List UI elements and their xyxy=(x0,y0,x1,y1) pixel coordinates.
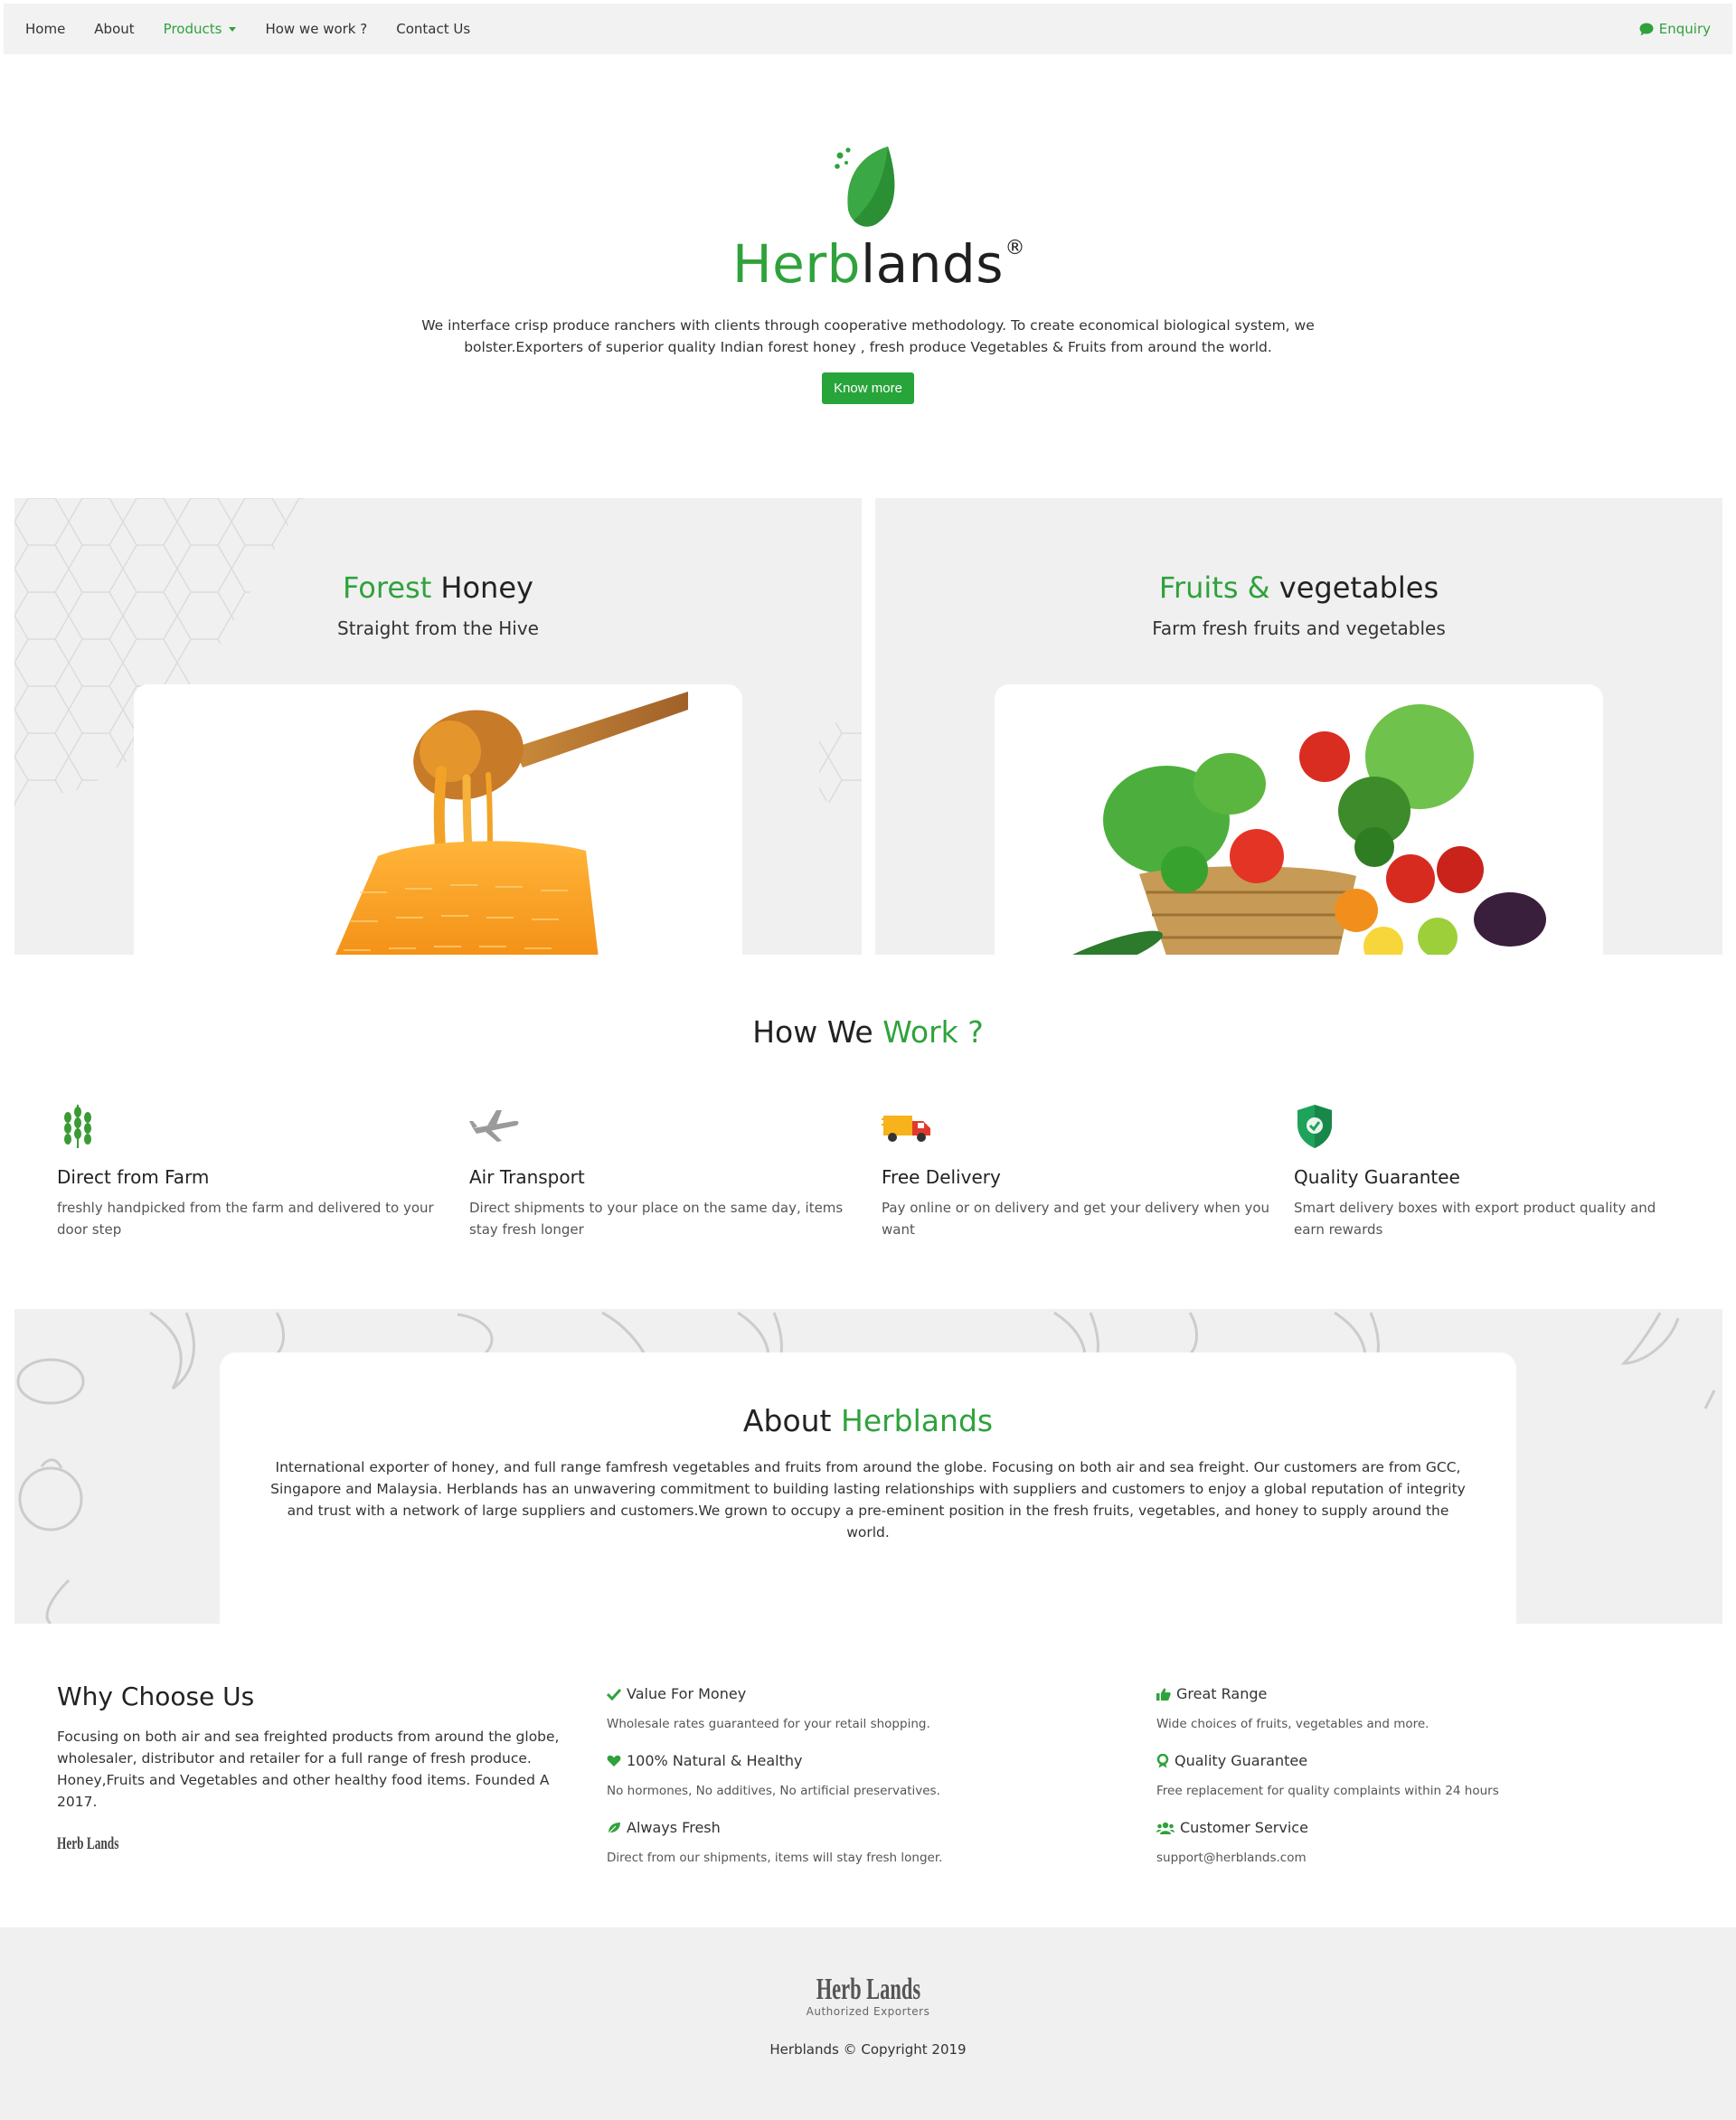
feature-text: Smart delivery boxes with export product… xyxy=(1294,1200,1656,1238)
heart-icon xyxy=(607,1755,621,1767)
feature-title: Quality Guarantee xyxy=(1294,1166,1460,1188)
enquiry-link[interactable]: Enquiry xyxy=(1639,21,1711,37)
honey-image-card xyxy=(134,684,742,955)
forest-honey-title-green: Forest xyxy=(343,570,432,605)
enquiry-label: Enquiry xyxy=(1658,21,1711,37)
about-text: International exporter of honey, and ful… xyxy=(270,1459,1466,1541)
thumbs-up-icon xyxy=(1156,1688,1171,1701)
fruits-vegetables-panel[interactable]: Fruits & vegetables Farm fresh fruits an… xyxy=(875,498,1722,955)
benefit-value-for-money: Value For Money Wholesale rates guarante… xyxy=(607,1685,1113,1731)
benefit-natural-healthy: 100% Natural & Healthy No hormones, No a… xyxy=(607,1752,1113,1798)
how-we-work-title-dark: How We xyxy=(752,1014,873,1050)
know-more-button[interactable]: Know more xyxy=(822,372,914,404)
caret-down-icon xyxy=(229,26,237,32)
nav-products-dropdown[interactable]: Products xyxy=(164,21,237,37)
feature-air-transport: Air Transport Direct shipments to your p… xyxy=(469,1103,858,1240)
feature-title: Air Transport xyxy=(469,1166,585,1188)
delivery-truck-icon xyxy=(882,1116,930,1142)
herblands-small-logo: Herb Lands xyxy=(57,1834,118,1854)
nav-home[interactable]: Home xyxy=(25,21,65,37)
footer-herblands-logo: Herb Lands xyxy=(816,1973,920,2007)
benefit-customer-service: Customer Service support@herblands.com xyxy=(1156,1819,1663,1865)
nav-about[interactable]: About xyxy=(94,21,134,37)
feature-text: freshly handpicked from the farm and del… xyxy=(57,1200,434,1238)
feature-title: Direct from Farm xyxy=(57,1166,210,1188)
honey-dipper-image xyxy=(335,692,688,955)
benefit-title: Customer Service xyxy=(1180,1819,1308,1836)
nav-contact-us[interactable]: Contact Us xyxy=(396,21,470,37)
feature-text: Pay online or on delivery and get your d… xyxy=(882,1200,1270,1238)
how-we-work-title: How We Work ? xyxy=(0,1014,1736,1050)
why-title: Why Choose Us xyxy=(57,1682,255,1711)
support-email[interactable]: support@herblands.com xyxy=(1156,1851,1663,1865)
fruits-vegetables-subtitle: Farm fresh fruits and vegetables xyxy=(1152,617,1446,639)
benefit-title: 100% Natural & Healthy xyxy=(627,1752,803,1769)
benefit-text: Wholesale rates guaranteed for your reta… xyxy=(607,1717,930,1731)
registered-mark: ® xyxy=(1005,237,1025,259)
award-icon xyxy=(1156,1753,1169,1767)
fruits-vegetables-title: Fruits & vegetables xyxy=(875,570,1722,605)
benefit-quality-guarantee: Quality Guarantee Free replacement for q… xyxy=(1156,1752,1663,1798)
feature-direct-from-farm: Direct from Farm freshly handpicked from… xyxy=(57,1103,446,1240)
benefit-title: Great Range xyxy=(1176,1685,1268,1702)
benefit-text: No hormones, No additives, No artificial… xyxy=(607,1784,940,1798)
forest-honey-title-dark: Honey xyxy=(440,570,533,605)
how-we-work-title-green: Work ? xyxy=(882,1014,984,1050)
about-title-dark: About xyxy=(742,1403,832,1438)
footer-tagline: Authorized Exporters xyxy=(806,2005,930,2018)
vegetables-image-card xyxy=(995,684,1603,955)
hero-section: Herblands ® We interface crisp produce ra… xyxy=(0,145,1736,404)
feature-title: Free Delivery xyxy=(882,1166,1001,1188)
why-choose-us: Why Choose Us Focusing on both air and s… xyxy=(57,1682,572,1854)
footer-copyright: Herblands © Copyright 2019 xyxy=(769,2041,967,2058)
nav-products-label: Products xyxy=(163,21,222,37)
benefit-title: Value For Money xyxy=(627,1685,747,1702)
brand-title-green: Herb xyxy=(732,233,861,295)
shield-check-icon xyxy=(1297,1105,1332,1148)
feature-quality-guarantee: Quality Guarantee Smart delivery boxes w… xyxy=(1294,1103,1683,1240)
fruits-vegetables-title-dark: vegetables xyxy=(1278,570,1439,605)
about-title-green: Herblands xyxy=(841,1403,994,1438)
benefit-title: Quality Guarantee xyxy=(1175,1752,1308,1769)
forest-honey-title: Forest Honey xyxy=(14,570,862,605)
herblands-leaf-logo xyxy=(835,146,895,227)
benefit-great-range: Great Range Wide choices of fruits, vege… xyxy=(1156,1685,1663,1731)
small-logo-text: Herb Lands xyxy=(57,1834,119,1853)
users-icon xyxy=(1156,1822,1175,1834)
feature-free-delivery: Free Delivery Pay online or on delivery … xyxy=(882,1103,1270,1240)
feature-text: Direct shipments to your place on the sa… xyxy=(469,1200,844,1238)
brand-title-dark: lands xyxy=(861,233,1004,295)
airplane-icon xyxy=(469,1110,519,1142)
forest-honey-subtitle: Straight from the Hive xyxy=(337,617,539,639)
top-navbar: Home About Products How we work ? Contac… xyxy=(4,4,1732,54)
benefit-text: Wide choices of fruits, vegetables and m… xyxy=(1156,1717,1429,1731)
about-title: About Herblands xyxy=(220,1403,1516,1438)
why-text: Focusing on both air and sea freighted p… xyxy=(57,1729,560,1810)
hero-description: We interface crisp produce ranchers with… xyxy=(421,317,1315,355)
leaf-icon xyxy=(608,1822,620,1833)
chat-bubble-icon xyxy=(1639,23,1654,35)
vegetable-basket-image xyxy=(1043,704,1546,955)
site-footer: Herb Lands Authorized Exporters Herbland… xyxy=(0,1927,1736,2120)
fruits-vegetables-title-green: Fruits & xyxy=(1158,570,1270,605)
wheat-icon xyxy=(64,1105,91,1148)
footer-logo-text: Herb Lands xyxy=(816,1973,920,2006)
about-herblands-card: About Herblands International exporter o… xyxy=(220,1352,1516,1624)
brand-title: Herblands ® xyxy=(732,233,1024,295)
check-icon xyxy=(607,1688,621,1701)
nav-how-we-work[interactable]: How we work ? xyxy=(265,21,367,37)
benefit-text: Direct from our shipments, items will st… xyxy=(607,1851,943,1865)
benefit-text: Free replacement for quality complaints … xyxy=(1156,1784,1499,1798)
benefit-title: Always Fresh xyxy=(627,1819,721,1836)
forest-honey-panel[interactable]: Forest Honey Straight from the Hive xyxy=(14,498,862,955)
benefit-always-fresh: Always Fresh Direct from our shipments, … xyxy=(607,1819,1113,1865)
